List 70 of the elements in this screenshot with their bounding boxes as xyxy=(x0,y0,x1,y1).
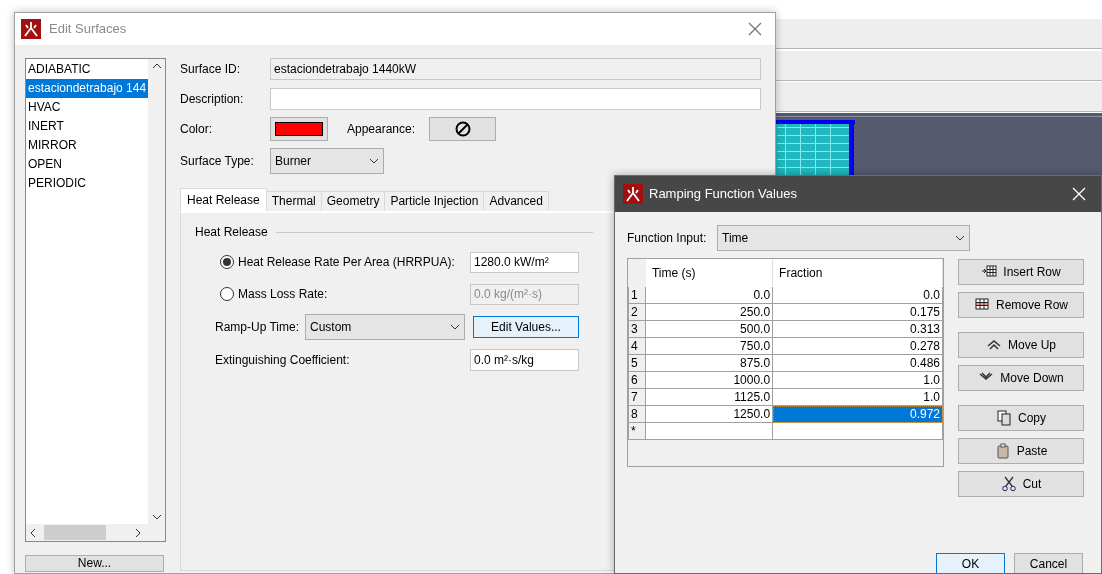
chevron-down-icon xyxy=(369,158,379,164)
table-insert-icon xyxy=(981,264,998,280)
column-header[interactable]: Time (s) xyxy=(645,259,773,287)
edit-values-button[interactable]: Edit Values... xyxy=(473,316,579,339)
field-label: Description: xyxy=(180,91,245,107)
list-item[interactable]: ADIABATIC xyxy=(26,60,148,79)
input-field[interactable]: 1280.0 kW/m² xyxy=(470,251,579,273)
new-button[interactable]: New... xyxy=(25,555,164,572)
list-item[interactable]: PERIODIC xyxy=(26,174,148,193)
list-item[interactable]: MIRROR xyxy=(26,136,148,155)
group-title: Heat Release xyxy=(195,225,268,240)
input-field[interactable]: 0.0 m²·s/kg xyxy=(470,349,579,372)
scroll-up-icon[interactable] xyxy=(151,63,162,69)
dropdown[interactable]: Custom xyxy=(305,314,465,341)
toolbar-button[interactable]: Remove Row xyxy=(958,292,1084,318)
dropdown[interactable]: Time xyxy=(717,225,970,251)
list-item[interactable]: HVAC xyxy=(26,98,148,117)
scroll-down-icon[interactable] xyxy=(151,514,162,520)
copy-icon xyxy=(996,410,1012,426)
field-label: Extinguishing Coefficient: xyxy=(215,353,351,368)
scissors-icon xyxy=(1000,476,1017,492)
color-button[interactable] xyxy=(270,117,328,141)
column-header[interactable]: Fraction xyxy=(772,259,943,287)
list-item[interactable]: OPEN xyxy=(26,155,148,174)
toolbar-button[interactable]: Insert Row xyxy=(958,259,1084,285)
field-label: Function Input: xyxy=(627,230,708,246)
dropdown[interactable]: Burner xyxy=(270,148,384,174)
scroll-right-icon[interactable] xyxy=(135,527,141,538)
chevron-down-icon xyxy=(450,324,460,331)
appearance-button[interactable] xyxy=(429,117,497,141)
close-icon xyxy=(1072,187,1086,201)
input-field[interactable] xyxy=(270,88,761,110)
table-remove-icon xyxy=(974,297,990,313)
clipboard-icon xyxy=(994,443,1011,459)
logo-icon xyxy=(21,19,41,39)
field-label: Surface ID: xyxy=(180,61,242,77)
close-icon xyxy=(748,22,762,36)
list-item[interactable]: INERT xyxy=(26,117,148,136)
input-field[interactable]: estaciondetrabajo 1440kW xyxy=(270,58,761,80)
field-label: Ramp-Up Time: xyxy=(215,320,301,335)
tab[interactable]: Particle Injection xyxy=(384,191,485,211)
option-label: Heat Release Rate Per Area (HRRPUA): xyxy=(238,255,456,270)
surface-list[interactable]: ADIABATIC estaciondetrabajo 144 HVAC INERT MIRROR OPEN PERIODIC xyxy=(25,58,166,542)
tab[interactable]: Geometry xyxy=(320,191,386,211)
vertical-scrollbar[interactable] xyxy=(148,59,165,524)
dropdown-value: Time xyxy=(722,230,749,246)
toolbar-button[interactable]: Move Up xyxy=(958,332,1084,358)
toolbar-button[interactable]: Copy xyxy=(958,405,1084,431)
field-label: Appearance: xyxy=(347,121,416,137)
window-title: Edit Surfaces xyxy=(49,21,127,37)
tab[interactable]: Heat Release xyxy=(180,188,267,211)
logo-icon xyxy=(623,184,643,204)
chevron-down-icon xyxy=(955,235,965,241)
prohibited-icon xyxy=(454,121,471,137)
list-item[interactable]: estaciondetrabajo 144 xyxy=(26,79,148,98)
dialog-button[interactable]: OK xyxy=(936,553,1005,573)
toolbar-button[interactable]: Paste xyxy=(958,438,1084,464)
field-label: Color: xyxy=(180,121,213,137)
toolbar-button[interactable]: Cut xyxy=(958,471,1084,497)
field-label: Surface Type: xyxy=(180,153,255,169)
scroll-left-icon[interactable] xyxy=(30,527,36,538)
radio-button[interactable] xyxy=(220,255,234,270)
horizontal-scrollbar[interactable] xyxy=(26,524,165,541)
tab[interactable]: Advanced xyxy=(483,191,549,211)
dropdown-value: Burner xyxy=(275,153,312,169)
toolbar-button[interactable]: Move Down xyxy=(958,365,1084,391)
option-label: Mass Loss Rate: xyxy=(238,287,329,302)
window-title: Ramping Function Values xyxy=(649,186,797,202)
dialog-button[interactable]: Cancel xyxy=(1014,553,1083,573)
dropdown-value: Custom xyxy=(310,320,352,335)
